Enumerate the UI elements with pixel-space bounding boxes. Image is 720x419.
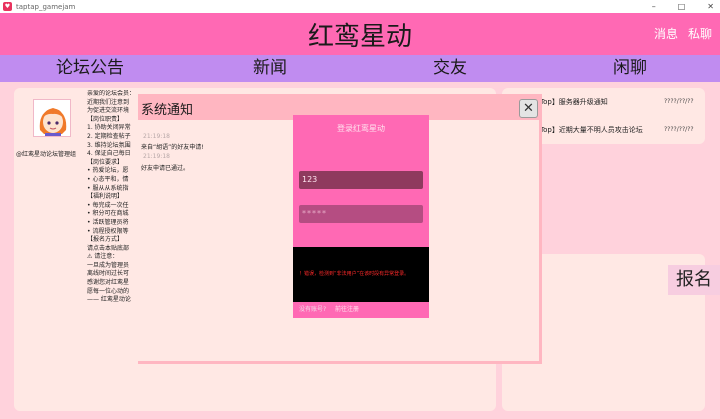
- post-line: 3. 维持论坛氛围: [87, 141, 131, 149]
- private-chat-link[interactable]: 私聊: [688, 25, 712, 42]
- nav-news[interactable]: 新闻: [180, 55, 360, 82]
- main-nav: 论坛公告 新闻 交友 闲聊: [0, 55, 720, 82]
- news-item-server-upgrade[interactable]: Top】服务器升级通知: [540, 97, 608, 107]
- system-notice-title: 系统通知: [141, 103, 194, 118]
- post-line: 感谢您对红鸾星: [87, 279, 130, 287]
- post-line: • 热爱论坛，愿: [87, 167, 129, 175]
- news-item-attack-warning[interactable]: Top】近期大量不明人员攻击论坛: [540, 125, 643, 135]
- notice-friend-request: 来自“胡语”的好友申请!: [141, 144, 204, 151]
- register-link[interactable]: 前往注册: [335, 304, 359, 313]
- avatar-illustration: [34, 100, 70, 136]
- signup-button[interactable]: 报名: [668, 265, 720, 295]
- news-date: ????/??/??: [664, 98, 694, 105]
- post-line: 近期我们注意到: [87, 98, 130, 106]
- dialog-close-button[interactable]: ✕: [519, 99, 538, 118]
- post-line: 愿每一位心动的: [87, 287, 130, 295]
- post-line: 2. 定期检查帖子: [87, 132, 131, 140]
- notice-request-accepted: 好友申请已通过。: [141, 165, 190, 172]
- close-window-icon[interactable]: ✕: [707, 2, 714, 11]
- window-controls: – □ ✕: [652, 0, 714, 13]
- post-line: 【报名方式】: [87, 236, 124, 244]
- messages-link[interactable]: 消息: [654, 25, 678, 42]
- notice-time: 21:19:18: [143, 133, 170, 140]
- post-line: • 活跃管理员将: [87, 218, 129, 226]
- post-line: ⚠ 请注意：: [87, 253, 119, 261]
- app-title: 红鸾星动: [307, 22, 412, 52]
- post-author: @红鸾星动论坛管理组: [16, 151, 77, 158]
- post-line: 【福利说明】: [87, 193, 124, 201]
- post-line: 1. 协助关闭异常: [87, 124, 131, 132]
- post-body: 亲爱的论坛会员： 近期我们注意到 为促进交流环境 【岗位职责】 1. 协助关闭异…: [87, 90, 143, 345]
- window-titlebar: ♥ taptap_gamejam – □ ✕: [0, 0, 720, 13]
- post-line: 请点击本贴底部: [87, 244, 130, 252]
- no-account-text: 没有账号?: [299, 306, 327, 313]
- post-line: • 流程授权限等: [87, 227, 129, 235]
- notice-time: 21:19:18: [143, 153, 170, 160]
- username-input[interactable]: 123: [299, 171, 423, 189]
- nav-friends[interactable]: 交友: [360, 55, 540, 82]
- window-title: taptap_gamejam: [16, 2, 76, 11]
- maximize-icon[interactable]: □: [678, 2, 686, 11]
- post-line: 离线时间过长可: [87, 270, 130, 278]
- login-title: 登录红鸾星动: [337, 124, 385, 133]
- post-line: 为促进交流环境: [87, 107, 130, 115]
- header-links: 消息 私聊: [654, 25, 712, 42]
- password-input[interactable]: *****: [299, 205, 423, 223]
- post-line: —— 红鸾星动论: [87, 296, 131, 304]
- nav-chat[interactable]: 闲聊: [540, 55, 720, 82]
- login-error-text: ！错误，检测到“非法用户”在该时段有异常登录。: [299, 271, 410, 277]
- app-heart-icon: ♥: [3, 2, 12, 11]
- post-line: • 心态平和，情: [87, 175, 129, 183]
- admin-avatar: [33, 99, 71, 137]
- post-line: 亲爱的论坛会员：: [87, 90, 136, 97]
- app-header: 红鸾星动 消息 私聊: [0, 13, 720, 55]
- minimize-icon[interactable]: –: [652, 2, 656, 11]
- nav-forum-announcements[interactable]: 论坛公告: [0, 55, 180, 82]
- news-date: ????/??/??: [664, 126, 694, 133]
- post-line: 4. 保证自己每日: [87, 150, 131, 158]
- post-line: • 服从从系统指: [87, 184, 129, 192]
- post-line: • 积分可在商城: [87, 210, 129, 218]
